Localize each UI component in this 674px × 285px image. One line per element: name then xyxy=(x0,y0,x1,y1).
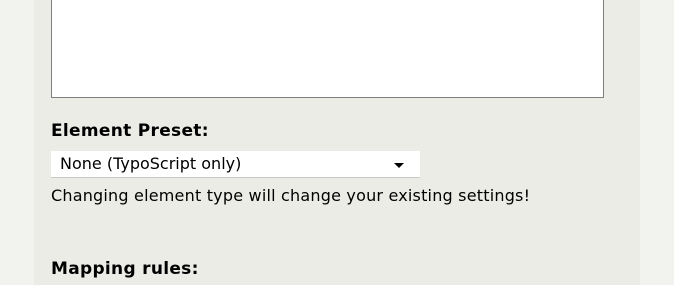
element-preset-label: Element Preset: xyxy=(51,121,209,141)
mapping-rules-label: Mapping rules: xyxy=(51,259,199,279)
description-textarea[interactable] xyxy=(51,0,604,98)
right-margin xyxy=(640,0,674,285)
element-preset-select[interactable]: None (TypoScript only) xyxy=(51,151,420,178)
form-panel: Element Preset: None (TypoScript only) C… xyxy=(34,0,640,285)
element-preset-selected-value: None (TypoScript only) xyxy=(60,154,242,173)
element-type-warning: Changing element type will change your e… xyxy=(51,186,531,205)
left-margin xyxy=(0,0,34,285)
chevron-down-icon[interactable] xyxy=(394,163,404,168)
